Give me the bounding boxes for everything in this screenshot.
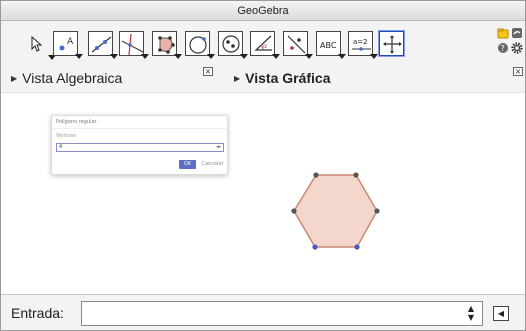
regular-polygon-dialog: Polígono regular Vértices 4 ◂▸ OK Cancel…	[51, 115, 228, 175]
tool-circle-button[interactable]	[185, 31, 215, 59]
svg-text:A: A	[67, 37, 74, 47]
tool-line-button[interactable]	[88, 31, 118, 59]
tool-reflect-button[interactable]	[283, 31, 313, 59]
tool-polygon-button[interactable]	[152, 31, 182, 59]
vertices-label: Vértices	[56, 133, 76, 139]
move-view-icon	[383, 35, 402, 54]
hexagon-vertex	[313, 172, 319, 178]
tool-text-button[interactable]: ABC	[316, 31, 346, 59]
window-title: GeoGebra	[1, 1, 525, 21]
input-help-button[interactable]: ◀	[493, 306, 509, 321]
algebra-view-title[interactable]: ▶ Vista Algebraica	[11, 64, 122, 92]
hexagon-vertex-blue	[354, 244, 360, 250]
cancel-button[interactable]: Cancelar	[200, 160, 225, 169]
tool-move-view-button[interactable]	[379, 31, 404, 56]
tool-angle-button[interactable]: α	[250, 31, 280, 59]
toolbar: A α ABC a=2 ?	[1, 21, 525, 64]
svg-text:a=2: a=2	[353, 38, 368, 46]
tool-point-button[interactable]: A	[53, 31, 83, 59]
undo-icon[interactable]	[511, 27, 523, 39]
tool-move-button[interactable]	[27, 31, 56, 60]
folder-icon[interactable]	[497, 27, 509, 39]
hexagon-vertex-blue	[312, 244, 318, 250]
spinner-icon[interactable]: ◂▸	[216, 144, 221, 151]
graphics-view-title[interactable]: ▶ Vista Gráfica	[234, 64, 331, 92]
geogebra-window: GeoGebra A α ABC a=2 ? ▶ Vista Algebraic…	[0, 0, 526, 331]
input-field[interactable]: ▲ ▼	[81, 301, 483, 326]
history-arrows-icon[interactable]: ▲ ▼	[468, 304, 474, 322]
close-algebra-view-icon[interactable]: ×	[203, 67, 213, 76]
gear-icon[interactable]	[511, 42, 523, 54]
hexagon-vertex	[353, 172, 359, 178]
collapse-arrow-icon: ▶	[11, 74, 18, 83]
ok-button[interactable]: OK	[179, 160, 196, 169]
tool-slider-button[interactable]: a=2	[348, 31, 378, 59]
view-headers: ▶ Vista Algebraica × ▶ Vista Gráfica ×	[1, 64, 525, 92]
cursor-arrow-icon	[31, 35, 43, 52]
divider	[52, 128, 227, 129]
tool-perpendicular-button[interactable]	[119, 31, 149, 59]
hexagon-vertex	[291, 208, 297, 214]
close-graphics-view-icon[interactable]: ×	[513, 67, 523, 76]
input-bar: Entrada: ▲ ▼ ◀	[1, 294, 525, 330]
svg-text:ABC: ABC	[320, 41, 337, 50]
help-icon[interactable]: ?	[497, 42, 509, 54]
vertices-input[interactable]: 4 ◂▸	[56, 143, 224, 152]
dialog-title: Polígono regular	[56, 119, 97, 125]
tool-conic-button[interactable]	[218, 31, 248, 59]
svg-text:?: ?	[501, 44, 505, 53]
hexagon-vertex	[374, 208, 380, 214]
svg-text:α: α	[263, 43, 267, 50]
collapse-arrow-icon: ▶	[234, 74, 241, 83]
input-label: Entrada:	[11, 305, 64, 321]
regular-hexagon	[293, 174, 378, 248]
